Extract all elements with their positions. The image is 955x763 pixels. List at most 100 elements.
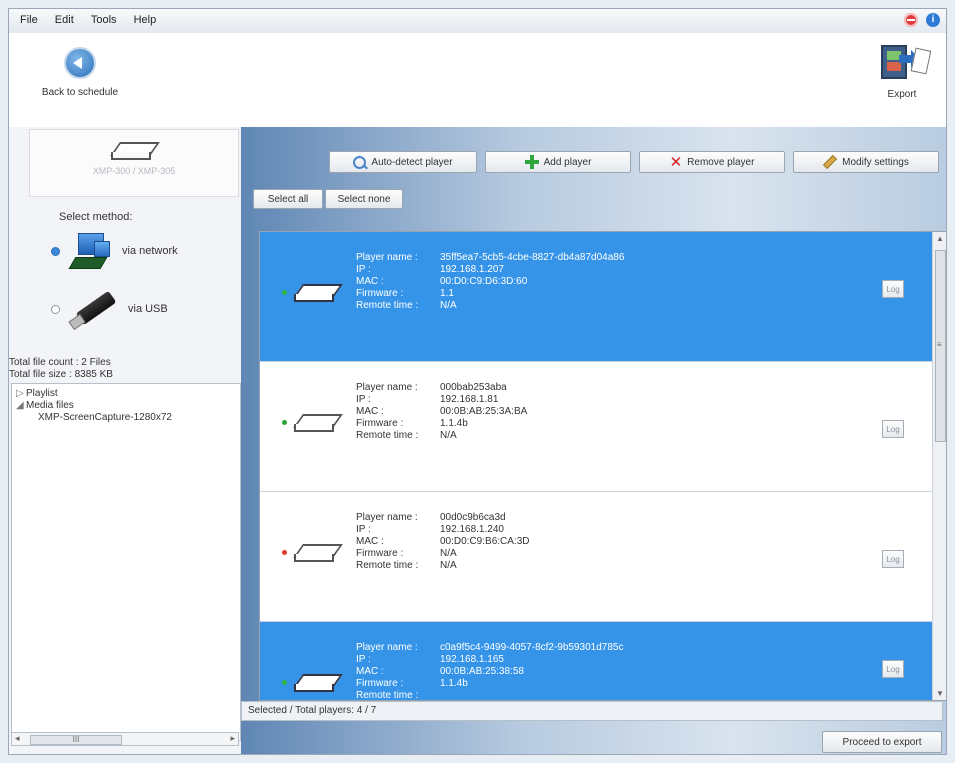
player-remote-value: N/A (440, 430, 457, 441)
device-model-label: XMP-300 / XMP-305 (92, 166, 176, 176)
player-row[interactable]: Player name : 000bab253aba IP : 192.168.1.8… (260, 362, 932, 492)
scroll-right-icon[interactable]: ▸ (230, 733, 235, 744)
scroll-thumb[interactable]: III (30, 735, 122, 745)
tree-horizontal-scrollbar[interactable]: ◂ III ▸ (11, 732, 239, 746)
expand-icon[interactable]: ▷ (16, 388, 26, 399)
player-firmware-value: 1.1 (440, 288, 454, 299)
pencil-icon (823, 154, 838, 170)
player-ip-value: 192.168.1.81 (440, 394, 499, 405)
selection-status: Selected / Total players: 4 / 7 (241, 701, 943, 721)
tree-item-media-file[interactable]: XMP-ScreenCapture-1280x72 (38, 412, 172, 423)
scroll-left-icon[interactable]: ◂ (15, 733, 20, 744)
player-device-icon (293, 674, 343, 694)
usb-radio[interactable] (51, 304, 60, 314)
back-to-schedule-button[interactable]: Back to schedule (25, 47, 135, 98)
remove-player-button[interactable]: ✕ Remove player (639, 151, 785, 173)
log-button[interactable]: Log (882, 550, 904, 568)
player-mac-label: MAC : (356, 666, 384, 677)
add-player-button[interactable]: Add player (485, 151, 631, 173)
stop-icon[interactable] (904, 13, 918, 27)
player-device-icon (110, 142, 160, 160)
select-method-label: Select method: (59, 211, 133, 223)
tree-item-playlist[interactable]: ▷ Playlist (16, 388, 58, 399)
player-remote-value: N/A (440, 560, 457, 571)
player-mac-value: 00:D0:C9:B6:CA:3D (440, 536, 530, 547)
log-button[interactable]: Log (882, 280, 904, 298)
player-ip-label: IP : (356, 524, 371, 535)
player-ip-value: 192.168.1.207 (440, 264, 504, 275)
player-info: Player name : 000bab253aba IP : 192.168.1.8… (356, 382, 527, 442)
network-radio[interactable] (51, 246, 60, 256)
player-device-icon (293, 284, 343, 304)
network-label: via network (122, 245, 178, 257)
player-firmware-label: Firmware : (356, 418, 404, 429)
network-computer-icon (68, 231, 114, 271)
tree-item-media-files[interactable]: ◢ Media files (16, 400, 74, 411)
player-name-value: 000bab253aba (440, 382, 507, 393)
method-network-option[interactable]: via network (51, 231, 178, 271)
usb-drive-icon (68, 287, 120, 331)
export-icon (875, 43, 932, 83)
player-firmware-label: Firmware : (356, 548, 404, 559)
method-usb-option[interactable]: via USB (51, 287, 168, 331)
scroll-grip-icon: ≡ (937, 340, 942, 349)
scroll-up-icon[interactable]: ▲ (936, 234, 944, 243)
scroll-down-icon[interactable]: ▼ (936, 689, 944, 698)
menu-edit[interactable]: Edit (48, 9, 81, 31)
player-list-scrollbar[interactable]: ▲ ≡ ▼ (932, 232, 946, 700)
player-info: Player name : c0a9f5c4-9499-4057-8cf2-9b5… (356, 642, 624, 701)
player-remote-label: Remote time : (356, 560, 419, 571)
player-info: Player name : 00d0c9b6ca3d IP : 192.168.1.2… (356, 512, 530, 572)
player-mac-value: 00:D0:C9:D6:3D:60 (440, 276, 528, 287)
log-button[interactable]: Log (882, 660, 904, 678)
player-name-value: 35ff5ea7-5cb5-4cbe-8827-db4a87d04a86 (440, 252, 625, 263)
total-file-size: Total file size : 8385 KB (9, 369, 113, 380)
back-arrow-icon (64, 47, 96, 79)
export-label: Export (887, 89, 917, 100)
player-remote-label: Remote time : (356, 690, 419, 701)
menu-help[interactable]: Help (127, 9, 164, 31)
player-info: Player name : 35ff5ea7-5cb5-4cbe-8827-db4… (356, 252, 624, 312)
player-firmware-label: Firmware : (356, 288, 404, 299)
player-name-label: Player name : (356, 252, 418, 263)
app-window: File Edit Tools Help i Back to schedule … (8, 8, 947, 755)
player-remote-label: Remote time : (356, 300, 419, 311)
player-mac-label: MAC : (356, 276, 384, 287)
export-button[interactable]: Export (870, 43, 934, 100)
player-ip-label: IP : (356, 394, 371, 405)
player-list: Player name : 35ff5ea7-5cb5-4cbe-8827-db4… (259, 231, 946, 701)
player-mac-label: MAC : (356, 536, 384, 547)
search-icon (353, 155, 367, 169)
remove-x-icon: ✕ (669, 154, 683, 171)
select-all-button[interactable]: Select all (253, 189, 323, 209)
player-row[interactable]: Player name : c0a9f5c4-9499-4057-8cf2-9b5… (260, 622, 932, 701)
player-remote-label: Remote time : (356, 430, 419, 441)
player-row[interactable]: Player name : 35ff5ea7-5cb5-4cbe-8827-db4… (260, 232, 932, 362)
back-label: Back to schedule (41, 87, 119, 98)
info-icon[interactable]: i (926, 13, 940, 27)
modify-settings-button[interactable]: Modify settings (793, 151, 939, 173)
player-name-value: c0a9f5c4-9499-4057-8cf2-9b59301d785c (440, 642, 624, 653)
status-dot-icon (282, 420, 287, 425)
usb-label: via USB (128, 303, 168, 315)
menu-file[interactable]: File (13, 9, 45, 31)
collapse-icon[interactable]: ◢ (16, 400, 26, 411)
status-dot-icon (282, 550, 287, 555)
player-ip-label: IP : (356, 264, 371, 275)
log-button[interactable]: Log (882, 420, 904, 438)
select-none-button[interactable]: Select none (325, 189, 403, 209)
menu-tools[interactable]: Tools (84, 9, 124, 31)
player-firmware-label: Firmware : (356, 678, 404, 689)
device-model-tile[interactable]: XMP-300 / XMP-305 (29, 129, 239, 197)
player-ip-label: IP : (356, 654, 371, 665)
player-name-label: Player name : (356, 642, 418, 653)
player-row[interactable]: Player name : 00d0c9b6ca3d IP : 192.168.1.2… (260, 492, 932, 622)
player-ip-value: 192.168.1.240 (440, 524, 504, 535)
status-dot-icon (282, 680, 287, 685)
player-mac-label: MAC : (356, 406, 384, 417)
player-device-icon (293, 544, 343, 564)
auto-detect-player-button[interactable]: Auto-detect player (329, 151, 477, 173)
player-mac-value: 00:0B:AB:25:38:58 (440, 666, 524, 677)
proceed-to-export-button[interactable]: Proceed to export (822, 731, 942, 753)
player-name-value: 00d0c9b6ca3d (440, 512, 506, 523)
